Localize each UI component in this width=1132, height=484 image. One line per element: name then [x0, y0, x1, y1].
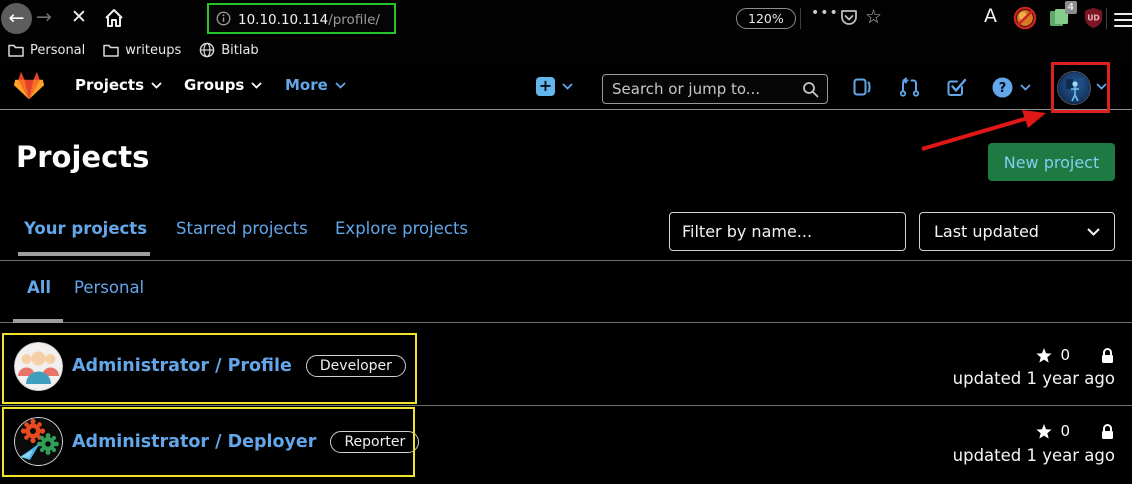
- annotation-yellow-box-deployer: [2, 407, 415, 477]
- star-count: 0: [1060, 422, 1070, 440]
- toolbar-separator: [800, 8, 801, 29]
- bookmark-star-button[interactable]: ☆: [865, 6, 882, 28]
- url-path: /profile/: [328, 12, 380, 28]
- todos-icon[interactable]: [946, 77, 968, 97]
- star-count: 0: [1060, 346, 1070, 364]
- blocked-addon-icon: [1013, 6, 1037, 30]
- home-button[interactable]: [103, 7, 125, 29]
- chevron-down-icon: [251, 82, 262, 89]
- scope-subtabs: All Personal: [0, 261, 1132, 323]
- home-icon: [103, 7, 125, 29]
- star-icon[interactable]: [1036, 348, 1052, 363]
- new-menu-plus-button[interactable]: +: [536, 77, 555, 96]
- chevron-down-icon[interactable]: [562, 83, 573, 90]
- active-tab-indicator: [18, 252, 150, 256]
- ublock-shield-icon: UD: [1082, 6, 1105, 29]
- filter-by-name-input[interactable]: [669, 212, 906, 251]
- merge-request-icon[interactable]: [899, 77, 920, 97]
- forward-button[interactable]: →: [36, 6, 52, 28]
- menu-label: Groups: [184, 76, 244, 94]
- chevron-down-icon: [1087, 228, 1100, 236]
- pocket-button[interactable]: [838, 7, 860, 29]
- project-updated: updated 1 year ago: [953, 369, 1115, 388]
- lock-icon: [1100, 347, 1115, 364]
- subtab-personal[interactable]: Personal: [74, 278, 144, 297]
- bookmark-label: writeups: [125, 43, 181, 58]
- nav-menu-groups[interactable]: Groups: [184, 76, 262, 94]
- project-stats: 0: [1036, 422, 1115, 440]
- sort-selected-value: Last updated: [934, 222, 1039, 241]
- extension-blocked-button[interactable]: [1013, 6, 1037, 30]
- annotation-yellow-box-profile: [2, 333, 417, 404]
- project-updated: updated 1 year ago: [953, 446, 1115, 465]
- lock-icon: [1100, 423, 1115, 440]
- zoom-level-badge[interactable]: 120%: [736, 8, 796, 29]
- info-icon: [216, 11, 231, 26]
- url-host: 10.10.10.114: [238, 12, 328, 28]
- bookmark-writeups[interactable]: writeups: [103, 43, 181, 58]
- tab-explore-projects[interactable]: Explore projects: [335, 219, 468, 238]
- pocket-icon: [838, 7, 860, 29]
- bookmark-personal[interactable]: Personal: [8, 43, 85, 58]
- search-input[interactable]: [602, 74, 828, 104]
- nav-menu-more[interactable]: More: [285, 76, 346, 94]
- subtab-all[interactable]: All: [27, 278, 51, 297]
- search-icon[interactable]: [802, 81, 819, 98]
- gitlab-tanuki-icon: [13, 70, 45, 102]
- tab-starred-projects[interactable]: Starred projects: [176, 219, 308, 238]
- chevron-down-icon: [151, 82, 162, 89]
- projects-tabs: Your projects Starred projects Explore p…: [0, 203, 1132, 261]
- project-stats: 0: [1036, 346, 1115, 364]
- toolbar-separator: [1106, 8, 1107, 29]
- bookmarks-bar: Personal writeups Bitlab: [0, 38, 1132, 62]
- globe-icon: [199, 42, 215, 58]
- stop-button[interactable]: ✕: [71, 6, 87, 28]
- bookmark-label: Personal: [30, 43, 85, 58]
- bookmark-bitlab[interactable]: Bitlab: [199, 42, 258, 58]
- folder-icon: [8, 43, 24, 57]
- extension-ublock-button[interactable]: UD: [1082, 6, 1105, 29]
- tab-your-projects[interactable]: Your projects: [24, 219, 147, 238]
- url-bar[interactable]: 10.10.10.114/profile/: [207, 3, 396, 34]
- help-menu[interactable]: ?: [992, 77, 1031, 98]
- help-icon: ?: [992, 77, 1013, 98]
- svg-text:?: ?: [999, 81, 1007, 96]
- chevron-down-icon: [335, 82, 346, 89]
- menu-label: More: [285, 76, 328, 94]
- nav-menu-projects[interactable]: Projects: [75, 76, 162, 94]
- annotation-red-arrow: [900, 103, 1070, 163]
- extension-green-button[interactable]: 4: [1047, 6, 1071, 30]
- gitlab-logo[interactable]: [13, 70, 45, 102]
- menu-label: Projects: [75, 76, 144, 94]
- chevron-down-icon: [1020, 84, 1031, 91]
- sort-dropdown[interactable]: Last updated: [919, 212, 1115, 251]
- extension-badge: 4: [1065, 1, 1077, 14]
- back-icon: ←: [9, 9, 25, 28]
- star-icon[interactable]: [1036, 424, 1052, 439]
- back-button[interactable]: ←: [1, 3, 32, 34]
- svg-text:UD: UD: [1087, 13, 1100, 22]
- browser-toolbar: ← → ✕ 10.10.10.114/profile/ 120% •••: [0, 0, 1132, 38]
- folder-icon: [103, 43, 119, 57]
- screenshot-root: ← → ✕ 10.10.10.114/profile/ 120% •••: [0, 0, 1132, 484]
- issues-icon[interactable]: [852, 77, 872, 97]
- page-title: Projects: [16, 140, 149, 174]
- menu-button[interactable]: [1114, 9, 1132, 31]
- bookmark-label: Bitlab: [221, 43, 258, 58]
- extension-a-button[interactable]: A: [984, 5, 997, 27]
- page-actions-button[interactable]: •••: [811, 5, 839, 21]
